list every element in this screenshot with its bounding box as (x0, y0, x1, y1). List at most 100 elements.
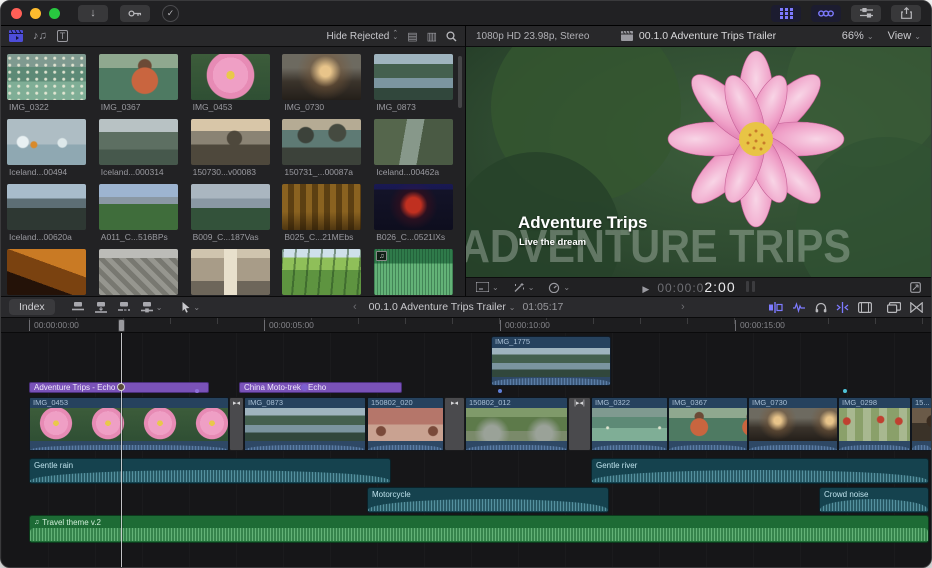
clip-label: B025_C...21MEbs (282, 232, 363, 242)
snapping-icon[interactable] (836, 302, 849, 313)
append-edit-button[interactable] (117, 301, 131, 313)
video-clip[interactable]: IMG_0730 (748, 397, 838, 451)
bowtie-transition-icon[interactable] (910, 302, 923, 313)
solo-headphones-icon[interactable] (815, 302, 827, 313)
clip-thumbnail: ♫ (374, 249, 453, 295)
video-clip[interactable]: IMG_0367 (668, 397, 748, 451)
titles-generators-icon[interactable]: T (57, 30, 69, 42)
audio-clip[interactable]: Motorcycle (367, 487, 609, 513)
browser-clip[interactable]: B026_C...0521IXs (374, 184, 455, 242)
clip-waveform (245, 441, 365, 451)
video-clip[interactable]: IMG_0298 (838, 397, 911, 451)
insert-edit-button[interactable] (94, 301, 108, 313)
clip-thumbnail (191, 54, 270, 100)
clip-label: Iceland...00620a (7, 232, 88, 242)
share-button[interactable] (891, 5, 921, 22)
viewer-view-dropdown[interactable]: View ⌄ (888, 30, 921, 42)
audio-clip[interactable]: ♫Travel theme v.2 (29, 515, 929, 543)
viewer-zoom-dropdown[interactable]: 66% ⌄ (842, 30, 874, 42)
title-clip[interactable]: China Moto-trek - Echo (239, 382, 402, 393)
video-clip[interactable]: IMG_0322 (591, 397, 668, 451)
key-icon (128, 9, 142, 18)
timeline-project-dropdown[interactable]: 00.1.0 Adventure Trips Trailer ⌄ (369, 301, 516, 313)
audio-clip[interactable]: Crowd noise (819, 487, 929, 513)
timeline-windows-icon[interactable] (887, 302, 901, 313)
timeline-ruler[interactable]: 00:00:00:0000:00:05:0000:00:10:0000:00:1… (1, 318, 931, 333)
browser-clip[interactable]: IMG_0322 (7, 54, 88, 112)
video-clip[interactable]: 150802_020 (367, 397, 444, 451)
browser-clip[interactable]: Iceland...00620a (7, 184, 88, 242)
clip-label: 150802_012 (466, 398, 567, 408)
zoom-window-button[interactable] (49, 8, 60, 19)
audio-clip[interactable]: Gentle river (591, 458, 929, 484)
inspector-toggle-button[interactable] (851, 5, 881, 22)
overwrite-edit-button[interactable]: ⌄ (140, 301, 163, 313)
video-clip[interactable]: IMG_0873 (244, 397, 366, 451)
playhead[interactable] (121, 333, 122, 568)
transition-clip[interactable]: ▸◂ (444, 397, 465, 451)
retime-dropdown[interactable]: ⌄ (548, 282, 570, 293)
clip-thumbnail (282, 54, 361, 100)
chevron-down-icon: ⌄ (867, 32, 874, 41)
browser-clip[interactable]: 150730...v00083 (191, 119, 272, 177)
clip-waveform (368, 499, 608, 511)
transition-clip[interactable]: |▸◂| (568, 397, 591, 451)
close-window-button[interactable] (11, 8, 22, 19)
playhead-handle[interactable] (118, 319, 125, 332)
fullscreen-icon[interactable] (910, 282, 921, 293)
keyframe-marker (843, 389, 847, 393)
connected-clip[interactable]: IMG_1775 (491, 336, 611, 386)
video-clip[interactable]: 150802_012 (465, 397, 568, 451)
browser-clip[interactable]: A011_C...516BPs (99, 184, 180, 242)
minimize-window-button[interactable] (30, 8, 41, 19)
video-clip[interactable]: 15... (911, 397, 932, 451)
viewer-video-frame[interactable]: ADVENTURE TRIPS Adventure Trips Live the… (466, 47, 932, 277)
browser-scrollbar[interactable] (458, 56, 462, 108)
clip-label: IMG_0730 (749, 398, 837, 408)
effects-dropdown[interactable]: ⌄ (513, 282, 535, 293)
photos-audio-icon[interactable]: ♪♫ (33, 30, 47, 42)
import-media-button[interactable]: ↓ (78, 5, 108, 22)
clip-label: IMG_1775 (492, 337, 610, 348)
search-icon[interactable] (446, 31, 457, 42)
clip-thumbnail (7, 184, 86, 230)
view-options-dropdown[interactable]: ⌄ (476, 282, 499, 292)
tools-dropdown[interactable]: ⌄ (181, 301, 200, 313)
browser-clip[interactable]: Iceland...00462a (374, 119, 455, 177)
clip-waveform (912, 441, 931, 451)
background-tasks-button[interactable]: ✓ (162, 5, 179, 22)
media-clapperboard-icon[interactable] (9, 30, 23, 42)
trim-mode-icon[interactable] (769, 302, 783, 313)
clip-appearance-button[interactable] (858, 302, 872, 313)
clip-appearance-icon[interactable]: ▤ (407, 30, 417, 43)
play-icon[interactable]: ▶ (642, 284, 649, 295)
clip-label: 15... (912, 398, 931, 408)
browser-clip[interactable]: IMG_0367 (99, 54, 180, 112)
filter-dropdown[interactable]: Hide Rejected ⌃⌄ (327, 31, 399, 42)
speedometer-icon (548, 282, 560, 293)
video-clip[interactable]: IMG_0453 (29, 397, 229, 451)
keyword-editor-button[interactable] (120, 5, 150, 22)
browser-clip[interactable]: 150731_...00087a (282, 119, 363, 177)
clip-label: IMG_0453 (191, 102, 272, 112)
timeline-timecode: 01:05:17 (522, 301, 563, 313)
index-button[interactable]: Index (9, 299, 55, 315)
browser-toggle-button[interactable] (771, 5, 801, 22)
browser-clip[interactable]: Iceland...00494 (7, 119, 88, 177)
filmstrip-view-icon[interactable]: ▥ (427, 30, 437, 43)
clip-label: Iceland...00494 (7, 167, 88, 177)
timeline-toggle-button[interactable] (811, 5, 841, 22)
browser-clip[interactable]: B025_C...21MEbs (282, 184, 363, 242)
browser-clip[interactable]: IMG_0730 (282, 54, 363, 112)
audio-clip[interactable]: Gentle rain (29, 458, 391, 484)
browser-clip[interactable]: IMG_0873 (374, 54, 455, 112)
browser-clip[interactable]: Iceland...000314 (99, 119, 180, 177)
browser-clip[interactable]: IMG_0453 (191, 54, 272, 112)
browser-clip[interactable]: B009_C...187Vas (191, 184, 272, 242)
titlebar: ↓ ✓ (1, 1, 931, 26)
transition-clip[interactable]: ▸◂ (229, 397, 244, 451)
audio-skimming-icon[interactable] (792, 302, 806, 313)
next-project-chevron[interactable]: › (681, 301, 685, 313)
connect-edit-button[interactable] (71, 301, 85, 313)
updown-caret-icon: ⌃⌄ (392, 32, 398, 40)
